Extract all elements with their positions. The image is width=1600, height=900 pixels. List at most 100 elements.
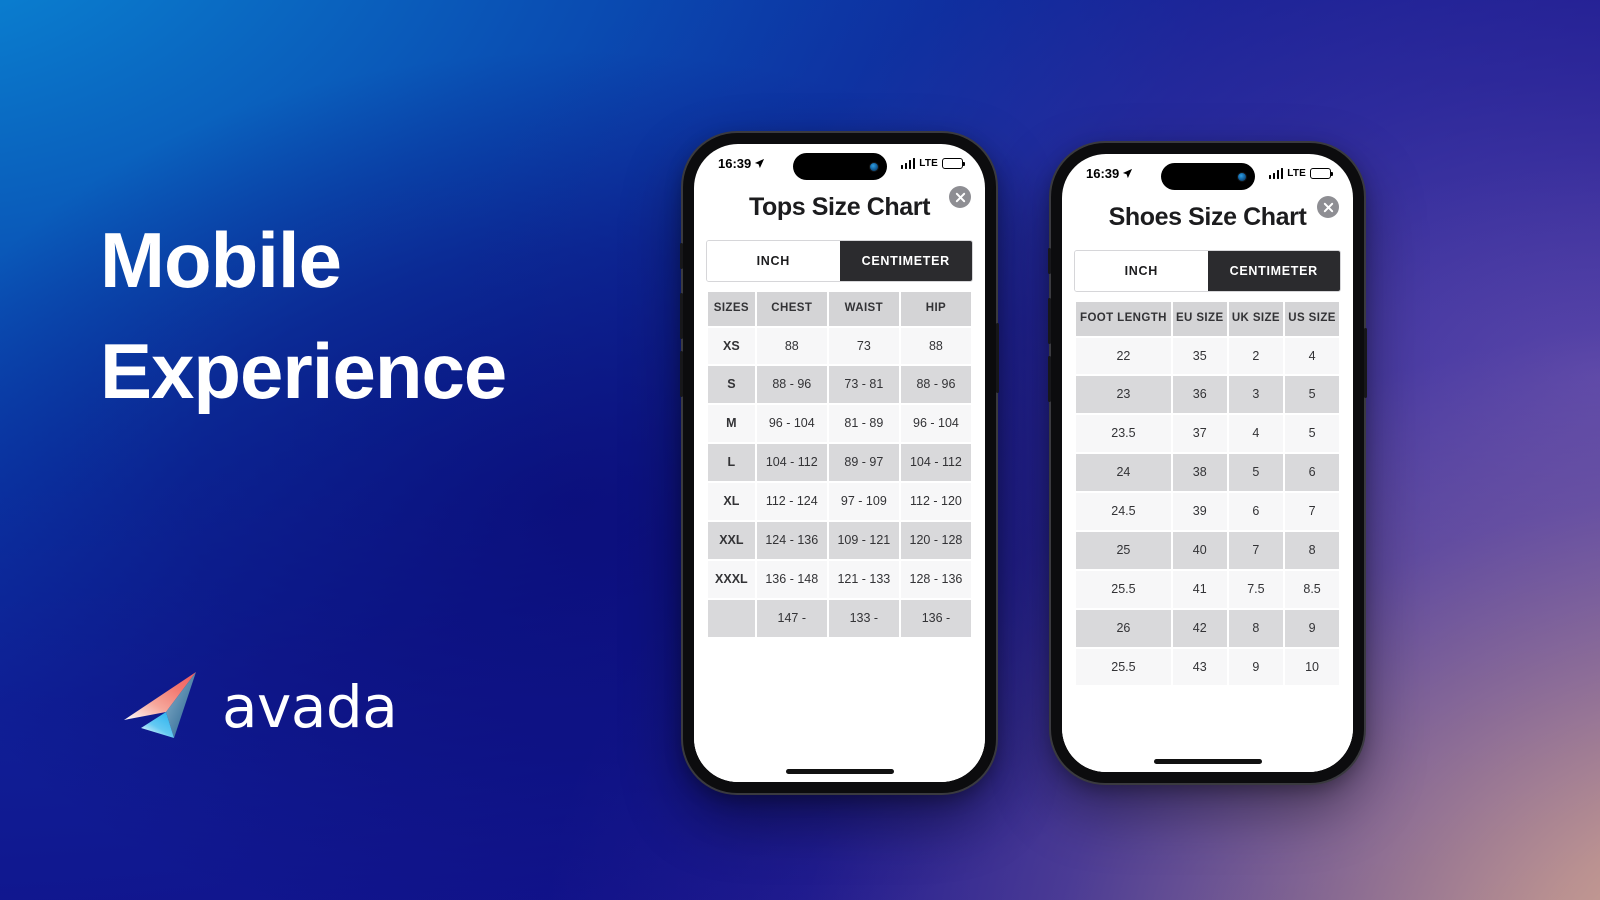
table-cell: S xyxy=(708,366,755,404)
column-header: FOOT LENGTH xyxy=(1076,302,1171,336)
column-header: EU SIZE xyxy=(1172,302,1227,336)
volume-down-button[interactable] xyxy=(1048,356,1051,402)
sheet-header-tops: Tops Size Chart xyxy=(706,178,973,228)
column-header: UK SIZE xyxy=(1228,302,1284,336)
power-button[interactable] xyxy=(1364,328,1367,398)
table-row: 24.5 39 6 7 xyxy=(1076,493,1339,530)
table-cell: 25.5 xyxy=(1076,570,1171,608)
paper-plane-icon xyxy=(124,672,196,738)
carrier-label: LTE xyxy=(1287,167,1306,179)
close-icon[interactable] xyxy=(1317,196,1339,218)
table-cell: 8 xyxy=(1228,609,1284,647)
unit-button-centimeter-shoes[interactable]: CENTIMETER xyxy=(1207,251,1340,291)
table-cell: 73 xyxy=(828,327,899,365)
sheet-bottom-mask xyxy=(1062,738,1353,772)
table-cell: 112 - 124 xyxy=(756,483,827,520)
column-header: CHEST xyxy=(756,292,827,326)
table-header-row: FOOT LENGTH EU SIZE UK SIZE US SIZE xyxy=(1076,302,1339,336)
table-cell: 6 xyxy=(1228,493,1284,530)
volume-up-button[interactable] xyxy=(1048,298,1051,344)
table-cell: 6 xyxy=(1285,454,1339,492)
phone-screen-tops: 16:39 LTE Tops Size Chart INCH CENTIMETE… xyxy=(694,144,985,782)
table-cell: 8 xyxy=(1285,531,1339,569)
table-cell: 104 - 112 xyxy=(900,444,971,482)
volume-up-button[interactable] xyxy=(680,293,683,339)
status-clock: 16:39 xyxy=(1086,165,1120,181)
logo-wordmark: avada xyxy=(222,673,398,741)
volume-down-button[interactable] xyxy=(680,351,683,397)
sheet-title-shoes: Shoes Size Chart xyxy=(1108,203,1307,231)
table-cell: 22 xyxy=(1076,337,1171,375)
table-cell: M xyxy=(708,405,755,443)
table-cell: 25.5 xyxy=(1076,648,1171,686)
table-cell: 7.5 xyxy=(1228,570,1284,608)
silent-switch[interactable] xyxy=(680,243,683,269)
size-chart-sheet-shoes: Shoes Size Chart INCH CENTIMETER FOOT LE… xyxy=(1062,188,1353,772)
table-cell: 9 xyxy=(1285,609,1339,647)
table-cell: 96 - 104 xyxy=(756,405,827,443)
column-header: US SIZE xyxy=(1285,302,1339,336)
table-cell: 109 - 121 xyxy=(828,521,899,559)
phone-device-shoes: 16:39 LTE Shoes Size Chart INCH CENTIMET… xyxy=(1048,143,1367,783)
table-cell: 41 xyxy=(1172,570,1227,608)
status-clock: 16:39 xyxy=(718,155,752,171)
avada-logo: avada xyxy=(122,668,398,746)
battery-icon xyxy=(1310,167,1333,179)
size-table-scroll-tops[interactable]: SIZES CHEST WAIST HIP XS 88 73 88 S 88 - 96 73 - … xyxy=(706,290,973,715)
table-cell: 4 xyxy=(1285,337,1339,375)
dynamic-island xyxy=(1160,163,1255,190)
table-row: XXL 124 - 136 109 - 121 120 - 128 xyxy=(708,521,971,559)
home-indicator[interactable] xyxy=(785,769,894,774)
unit-button-inch-shoes[interactable]: INCH xyxy=(1075,251,1208,291)
table-cell: 97 - 109 xyxy=(828,483,899,520)
size-chart-sheet-tops: Tops Size Chart INCH CENTIMETER SIZES CHE… xyxy=(694,178,985,782)
table-row: M 96 - 104 81 - 89 96 - 104 xyxy=(708,405,971,443)
table-cell: 96 - 104 xyxy=(900,405,971,443)
table-cell: 121 - 133 xyxy=(828,560,899,598)
table-row: 23 36 3 5 xyxy=(1076,376,1339,414)
table-row: S 88 - 96 73 - 81 88 - 96 xyxy=(708,366,971,404)
close-x-glyph xyxy=(1323,202,1333,212)
table-cell: 136 - xyxy=(900,599,971,637)
column-header: WAIST xyxy=(828,292,899,326)
table-cell: XXL xyxy=(708,521,755,559)
unit-toggle-shoes: INCH CENTIMETER xyxy=(1074,250,1341,292)
home-indicator[interactable] xyxy=(1153,759,1262,764)
power-button[interactable] xyxy=(996,323,999,393)
table-cell: 147 - xyxy=(756,599,827,637)
silent-switch[interactable] xyxy=(1048,248,1051,274)
table-cell: 26 xyxy=(1076,609,1171,647)
location-arrow-icon xyxy=(1123,168,1133,178)
dynamic-island xyxy=(792,153,887,180)
table-cell: 5 xyxy=(1285,415,1339,453)
close-icon[interactable] xyxy=(949,186,971,208)
unit-button-inch-tops[interactable]: INCH xyxy=(707,241,840,281)
table-cell: 42 xyxy=(1172,609,1227,647)
table-cell: 124 - 136 xyxy=(756,521,827,559)
status-indicators: LTE xyxy=(1268,167,1333,179)
table-cell: 5 xyxy=(1228,454,1284,492)
table-row: 23.5 37 4 5 xyxy=(1076,415,1339,453)
unit-button-centimeter-tops[interactable]: CENTIMETER xyxy=(839,241,972,281)
table-cell: 136 - 148 xyxy=(756,560,827,598)
table-cell: 39 xyxy=(1172,493,1227,530)
table-cell: XL xyxy=(708,483,755,520)
table-row: 25.5 41 7.5 8.5 xyxy=(1076,570,1339,608)
table-cell: 36 xyxy=(1172,376,1227,414)
table-cell: 5 xyxy=(1285,376,1339,414)
table-cell: 104 - 112 xyxy=(756,444,827,482)
status-time-group: 16:39 xyxy=(718,156,765,171)
table-head-tops: SIZES CHEST WAIST HIP xyxy=(708,292,971,326)
table-row: 24 38 5 6 xyxy=(1076,454,1339,492)
table-cell: 89 - 97 xyxy=(828,444,899,482)
signal-bars-icon xyxy=(900,157,916,169)
size-table-scroll-shoes[interactable]: FOOT LENGTH EU SIZE UK SIZE US SIZE 22 35 2 4 2… xyxy=(1074,300,1341,695)
table-cell: XXXL xyxy=(708,560,755,598)
table-row: L 104 - 112 89 - 97 104 - 112 xyxy=(708,444,971,482)
carrier-label: LTE xyxy=(919,157,938,169)
table-row: 25 40 7 8 xyxy=(1076,531,1339,569)
table-cell: 3 xyxy=(1228,376,1284,414)
table-cell: XS xyxy=(708,327,755,365)
table-row: XXXL 136 - 148 121 - 133 128 - 136 xyxy=(708,560,971,598)
table-cell: 25 xyxy=(1076,531,1171,569)
